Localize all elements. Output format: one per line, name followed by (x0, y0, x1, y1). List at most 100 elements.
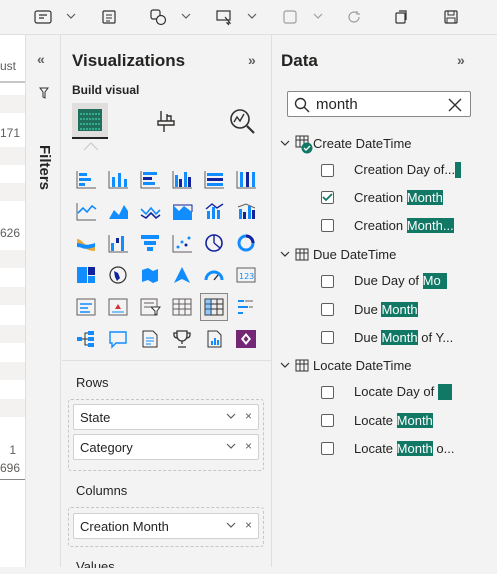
field-checkbox-checked[interactable] (321, 190, 334, 204)
treemap-icon[interactable] (72, 261, 100, 289)
pie-chart-icon[interactable] (200, 229, 228, 257)
rows-field-pill[interactable]: State × (73, 404, 259, 430)
field-row[interactable]: Creation Month (321, 186, 491, 208)
qna-icon[interactable] (104, 325, 132, 353)
slicer-icon[interactable] (136, 293, 164, 321)
multi-row-card-icon[interactable] (72, 293, 100, 321)
decomposition-tree-icon[interactable] (72, 325, 100, 353)
chevron-down-icon[interactable] (226, 411, 236, 421)
clear-search-icon[interactable] (448, 98, 462, 112)
field-row[interactable]: Due Day of Mo (321, 270, 491, 292)
line-and-clustered-column-chart-icon[interactable] (232, 197, 260, 225)
field-row[interactable]: Locate Month (321, 409, 491, 431)
save-icon[interactable] (440, 6, 462, 28)
field-name-part: Creation (354, 189, 407, 205)
field-checkbox[interactable] (321, 413, 334, 427)
shapes-icon[interactable] (147, 6, 169, 28)
analytics-tab[interactable] (224, 103, 260, 139)
table-locate-datetime[interactable]: Locate DateTime (279, 354, 412, 376)
filled-map-icon[interactable] (136, 261, 164, 289)
stacked-area-chart-icon[interactable] (136, 197, 164, 225)
cell-value: 696 (0, 461, 21, 475)
ribbon-area-chart-icon[interactable] (168, 197, 196, 225)
table-due-datetime[interactable]: Due DateTime (279, 243, 396, 265)
line-and-column-chart-icon[interactable] (200, 197, 228, 225)
card-icon[interactable]: 123 (232, 261, 260, 289)
field-checkbox[interactable] (321, 441, 334, 455)
goals-trophy-icon[interactable] (168, 325, 196, 353)
waterfall-chart-icon[interactable] (104, 229, 132, 257)
table-create-datetime[interactable]: Create DateTime (279, 132, 412, 154)
format-icon[interactable] (32, 6, 54, 28)
remove-field-icon[interactable]: × (245, 518, 252, 532)
chevron-down-icon[interactable] (226, 441, 236, 451)
field-checkbox[interactable] (321, 302, 334, 316)
field-row[interactable]: Due Month (321, 298, 491, 320)
100-stacked-bar-chart-icon[interactable] (200, 165, 228, 193)
field-checkbox[interactable] (321, 385, 334, 399)
field-row[interactable]: Creation Month... (321, 214, 491, 236)
field-checkbox[interactable] (321, 163, 334, 177)
area-chart-icon[interactable] (104, 197, 132, 225)
funnel-chart-icon[interactable] (136, 229, 164, 257)
power-apps-icon[interactable] (232, 325, 260, 353)
remove-field-icon[interactable]: × (245, 409, 252, 423)
chevron-down-icon[interactable] (247, 11, 257, 21)
clustered-bar-chart-icon[interactable] (136, 165, 164, 193)
refresh-icon[interactable] (343, 6, 365, 28)
duplicate-icon[interactable] (279, 6, 301, 28)
chevron-down-icon[interactable] (313, 11, 323, 21)
field-row[interactable]: Due Month of Y... (321, 326, 491, 348)
azure-map-icon[interactable] (168, 261, 196, 289)
matrix-visual-icon[interactable] (200, 293, 228, 321)
columns-well[interactable]: Creation Month × (68, 507, 264, 547)
chevron-down-icon[interactable] (226, 520, 236, 530)
field-row[interactable]: Locate Day of (321, 381, 491, 403)
donut-chart-icon[interactable] (232, 229, 260, 257)
kpi-icon[interactable] (104, 293, 132, 321)
stacked-bar-chart-icon[interactable] (72, 165, 100, 193)
stacked-column-chart-icon[interactable] (104, 165, 132, 193)
rows-field-pill[interactable]: Category × (73, 434, 259, 460)
copy-icon[interactable] (390, 6, 412, 28)
table-visual-icon[interactable] (168, 293, 196, 321)
visual-interactions-icon[interactable] (213, 6, 235, 28)
expand-left-icon[interactable]: « (37, 51, 45, 67)
line-chart-icon[interactable] (72, 197, 100, 225)
field-row[interactable]: Creation Day of... (321, 159, 491, 181)
chevron-down-icon[interactable] (181, 11, 191, 21)
chevron-down-icon[interactable] (66, 11, 76, 21)
search-input[interactable]: month (316, 96, 358, 113)
remove-field-icon[interactable]: × (245, 439, 252, 453)
ribbon-chart-icon[interactable] (72, 229, 100, 257)
paginated-report-icon[interactable] (200, 325, 228, 353)
field-wells: Rows State × Category × Columns Creation… (62, 360, 272, 568)
scatter-chart-icon[interactable] (168, 229, 196, 257)
collapse-right-icon[interactable]: » (457, 52, 465, 68)
100-stacked-column-chart-icon[interactable] (232, 165, 260, 193)
build-visual-tab[interactable] (72, 103, 108, 139)
map-icon[interactable] (104, 261, 132, 289)
field-checkbox[interactable] (321, 274, 334, 288)
filters-pane[interactable]: « Filters (27, 35, 61, 567)
text-box-icon[interactable] (98, 6, 120, 28)
table-row (0, 183, 25, 201)
smart-narrative-icon[interactable] (136, 325, 164, 353)
gauge-icon[interactable] (200, 261, 228, 289)
field-checkbox[interactable] (321, 218, 334, 232)
collapse-right-icon[interactable]: » (248, 52, 256, 68)
decomposition-tree-small-icon[interactable] (232, 293, 260, 321)
search-box[interactable]: month (287, 91, 471, 117)
chevron-down-icon[interactable] (279, 249, 291, 259)
clustered-column-chart-icon[interactable] (168, 165, 196, 193)
field-checkbox[interactable] (321, 330, 334, 344)
check-badge-icon (301, 142, 313, 154)
rows-well[interactable]: State × Category × (68, 399, 264, 471)
chevron-down-icon[interactable] (279, 360, 291, 370)
cell-value: 171 (0, 126, 21, 140)
field-row[interactable]: Locate Month o... (321, 437, 491, 459)
format-visual-tab[interactable] (149, 103, 185, 139)
chevron-down-icon[interactable] (279, 138, 291, 148)
filter-icon (39, 87, 49, 99)
columns-field-pill[interactable]: Creation Month × (73, 513, 259, 539)
